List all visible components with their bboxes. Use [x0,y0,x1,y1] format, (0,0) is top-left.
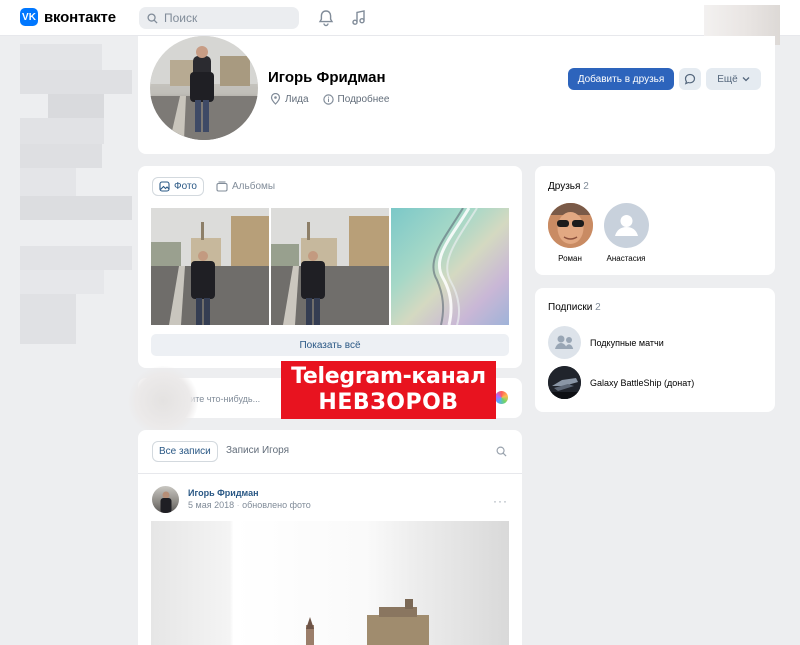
stories-icon[interactable] [495,391,508,404]
chevron-down-icon [742,77,750,82]
profile-photo [150,36,258,140]
wall-divider [138,473,522,474]
vk-logo-icon: VK [20,8,38,26]
photo-thumb-1[interactable] [151,208,269,325]
add-friend-button[interactable]: Добавить в друзья [568,68,674,90]
photo-icon [159,181,170,192]
profile-details-link[interactable]: Подробнее [338,94,390,105]
music-icon[interactable] [350,9,368,27]
post-more-icon[interactable]: ··· [493,494,508,508]
profile-meta: Лида Подробнее [270,93,389,105]
post-author-avatar[interactable] [152,486,179,513]
telegram-banner-line2: НЕВЗОРОВ [318,390,459,415]
vk-logo-text: вконтакте [44,8,116,26]
top-bar: VK вконтакте [0,0,800,45]
telegram-banner-line1: Telegram-канал [291,364,486,389]
friends-title-label: Друзья [548,181,581,192]
profile-avatar[interactable] [150,36,258,140]
search-input[interactable] [164,11,284,25]
subscription-avatar-1[interactable] [548,326,581,359]
tab-albums[interactable]: Альбомы [216,181,275,192]
tab-photos[interactable]: Фото [152,177,204,196]
subscription-name-2[interactable]: Galaxy BattleShip (донат) [590,378,694,388]
friends-title[interactable]: Друзья 2 [548,181,589,192]
post-action: обновлено фото [242,500,311,510]
subscriptions-title-label: Подписки [548,302,593,313]
subscriptions-title[interactable]: Подписки 2 [548,302,601,313]
post-date-value[interactable]: 5 мая 2018 [188,500,234,510]
tab-albums-label: Альбомы [232,181,276,192]
location-icon [270,93,281,105]
show-all-photos-button[interactable]: Показать всё [151,334,509,356]
post-date: 5 мая 2018 · обновлено фото [188,500,311,510]
message-button[interactable] [679,68,701,90]
subscriptions-count: 2 [595,302,601,313]
vk-logo[interactable]: VK вконтакте [20,8,116,26]
composer-avatar-blurred [128,366,198,436]
post-image[interactable] [151,521,509,645]
subscription-name-1[interactable]: Подкупные матчи [590,338,664,348]
friend-avatar-roman[interactable] [548,203,593,248]
profile-name: Игорь Фридман [268,69,386,86]
subscription-avatar-2[interactable] [548,366,581,399]
photo-thumb-2[interactable] [271,208,389,325]
post-author-name[interactable]: Игорь Фридман [188,488,259,498]
info-icon [322,93,334,105]
bell-icon[interactable] [317,9,335,27]
friend-avatar-anastasia[interactable] [604,203,649,248]
telegram-banner: Telegram-канал НЕВЗОРОВ [281,361,496,419]
message-icon [684,73,696,85]
search-box[interactable] [139,7,299,29]
wall-search-icon[interactable] [496,446,507,457]
photo-thumb-3[interactable] [391,208,509,325]
friends-count: 2 [583,181,589,192]
more-button-label: Ещё [717,73,738,85]
tab-all-posts[interactable]: Все записи [152,441,218,462]
search-icon [147,12,158,24]
album-icon [216,181,228,192]
tab-photos-label: Фото [174,181,197,192]
friend-name-anastasia[interactable]: Анастасия [591,254,661,263]
more-button[interactable]: Ещё [706,68,761,90]
tab-user-posts[interactable]: Записи Игоря [226,445,289,456]
profile-city[interactable]: Лида [285,94,309,105]
